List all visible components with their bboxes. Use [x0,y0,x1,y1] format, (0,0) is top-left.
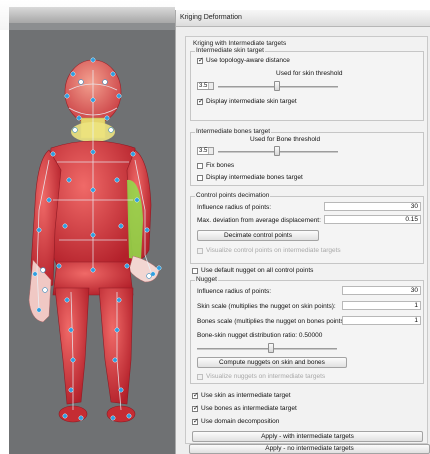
bones-scale-label: Bones scale (multiplies the nugget on bo… [197,318,348,325]
display-bones-target-checkbox[interactable]: Display intermediate bones target [197,174,303,181]
nugget-influence-field[interactable]: 30 [342,286,421,295]
display-skin-label: Display intermediate skin target [206,98,297,105]
visualize-nuggets-checkbox[interactable]: Visualize nuggets on intermediate target… [197,373,325,380]
skin-threshold-spinbox[interactable]: 3.5 [197,82,214,90]
apply-with-targets-button[interactable]: Apply - with intermediate targets [192,431,423,442]
decimate-control-points-button[interactable]: Decimate control points [197,230,319,241]
display-skin-target-checkbox[interactable]: Display intermediate skin target [197,97,297,105]
bone-threshold-slider-handle[interactable] [274,146,280,156]
visualize-nuggets-label: Visualize nuggets on intermediate target… [206,373,326,380]
bone-threshold-caption: Used for Bone threshold [250,136,321,143]
fix-bones-label: Fix bones [206,162,235,169]
decimation-influence-label: Influence radius of points: [197,204,272,211]
apply-no-targets-button[interactable]: Apply - no intermediate targets [189,444,430,454]
ratio-slider-handle[interactable] [268,343,274,353]
bone-threshold-value: 3.5 [199,148,208,154]
human-body-model[interactable] [9,30,175,454]
visualize-control-points-label: Visualize control points on intermediate… [206,247,341,254]
use-topology-label: Use topology-aware distance [206,57,290,64]
decimation-label: Control points decimation [195,192,271,199]
dialog-titlebar[interactable]: Kriging Deformation [176,10,430,27]
compute-nuggets-button[interactable]: Compute nuggets on skin and bones [197,357,347,368]
default-nugget-label: Use default nugget on all control points [201,267,314,274]
skin-threshold-slider-handle[interactable] [274,81,280,91]
default-nugget-check-icon[interactable] [192,267,198,274]
viewport-subheader-bar [9,23,175,30]
viewport-header-bar [9,7,175,23]
display-bones-check-icon[interactable] [197,174,203,181]
use-domain-label: Use domain decomposition [201,418,280,425]
main-group-label: Kriging with Intermediate targets [192,40,288,47]
skin-threshold-value: 3.5 [199,83,208,89]
use-skin-check-icon[interactable] [192,391,199,399]
use-bones-check-icon[interactable] [192,404,199,412]
nugget-influence-label: Influence radius of points: [197,288,272,295]
default-nugget-checkbox[interactable]: Use default nugget on all control points [192,267,313,274]
bone-threshold-spinbox[interactable]: 3.5 [197,147,214,155]
use-bones-label: Use bones as intermediate target [201,405,297,412]
use-domain-check-icon[interactable] [192,417,199,425]
use-domain-checkbox[interactable]: Use domain decomposition [192,417,280,425]
spinbox-arrows-icon[interactable] [208,83,213,89]
viewport-canvas[interactable] [9,30,175,454]
visualize-nuggets-check-icon[interactable] [197,373,203,380]
display-bones-label: Display intermediate bones target [206,174,303,181]
nugget-label: Nugget [195,276,218,283]
use-topology-checkbox[interactable]: Use topology-aware distance [197,56,290,64]
kriging-deformation-dialog: Kriging Deformation Kriging with Interme… [175,10,430,454]
3d-viewport[interactable] [0,0,175,454]
use-bones-checkbox[interactable]: Use bones as intermediate target [192,404,297,412]
max-deviation-field[interactable]: 0.15 [324,215,421,224]
fix-bones-checkbox[interactable]: Fix bones [197,162,234,169]
skin-threshold-caption: Used for skin threshold [276,70,343,77]
visualize-control-points-checkbox[interactable]: Visualize control points on intermediate… [197,247,341,254]
bones-scale-field[interactable]: 1 [342,316,421,325]
display-skin-check-icon[interactable] [197,97,204,105]
visualize-control-points-check-icon[interactable] [197,247,203,254]
use-skin-label: Use skin as intermediate target [201,392,291,399]
model-right-hand [128,255,160,283]
decimation-influence-field[interactable]: 30 [324,202,421,211]
max-deviation-label: Max. deviation from average displacement… [197,217,321,224]
skin-scale-field[interactable]: 1 [342,301,421,310]
skin-target-label: Intermediate skin target [195,47,265,54]
fix-bones-check-icon[interactable] [197,162,203,169]
dialog-title: Kriging Deformation [180,14,242,21]
bones-target-label: Intermediate bones target [195,128,272,135]
spinbox-arrows-icon[interactable] [208,148,213,154]
ratio-label: Bone-skin nugget distribution ratio: 0.5… [197,332,323,339]
model-right-leg [98,287,134,405]
use-skin-checkbox[interactable]: Use skin as intermediate target [192,391,291,399]
use-topology-check-icon[interactable] [197,56,204,64]
model-left-leg [54,287,90,405]
ratio-slider-track[interactable] [197,348,337,350]
skin-scale-label: Skin scale (multiplies the nugget on ski… [197,303,336,310]
dialog-content: Kriging with Intermediate targets Interm… [185,36,428,444]
